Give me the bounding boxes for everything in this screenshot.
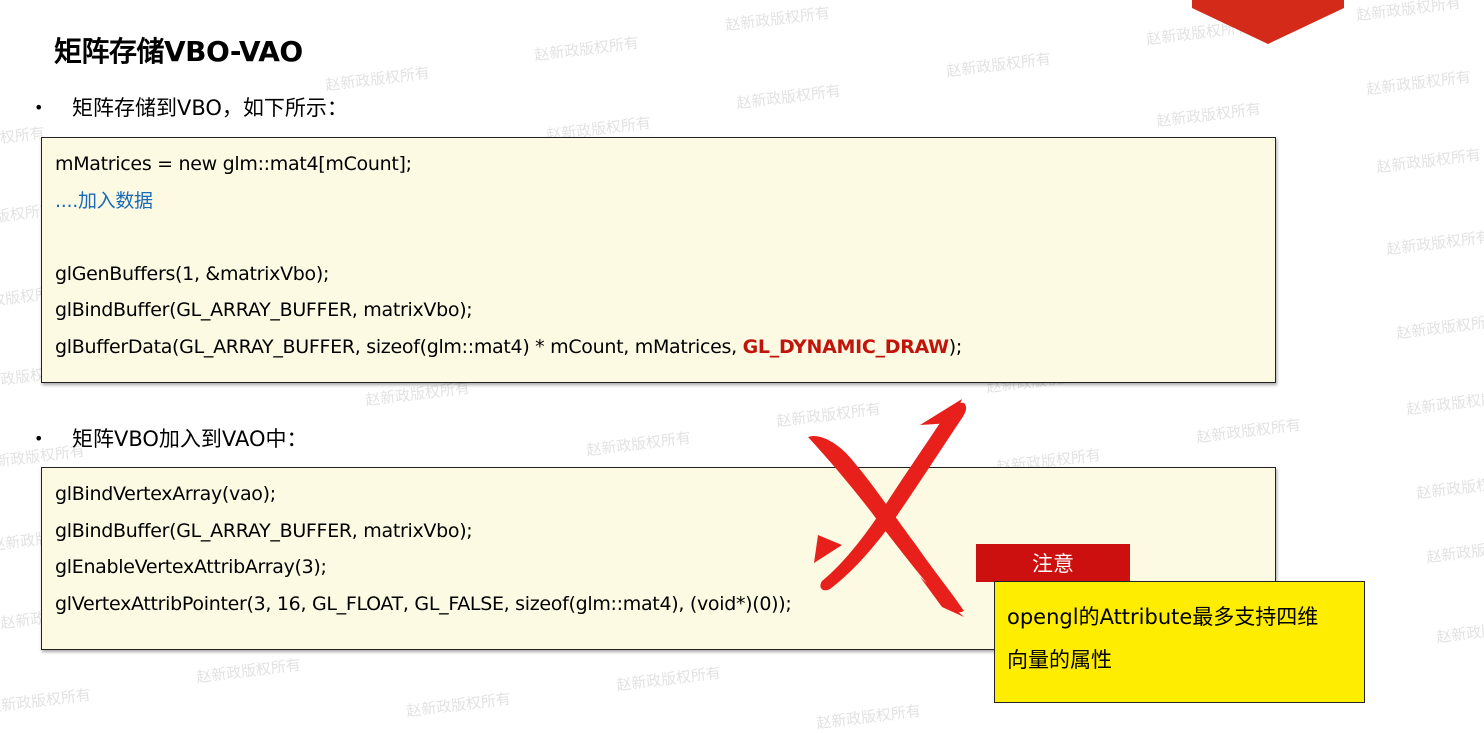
- watermark: 赵新政版权所有: [1365, 67, 1472, 99]
- watermark: 赵新政版权所有: [1435, 615, 1484, 647]
- watermark: 赵新政版权所有: [1415, 471, 1484, 503]
- watermark: 赵新政版权所有: [195, 655, 302, 687]
- slide-title: 矩阵存储VBO-VAO: [54, 35, 303, 68]
- code-text: glBufferData(GL_ARRAY_BUFFER, sizeof(glm…: [55, 335, 743, 358]
- watermark: 赵新政版权所有: [1155, 99, 1262, 131]
- code-text: );: [948, 335, 963, 358]
- watermark: 赵新政版权所有: [1355, 0, 1462, 25]
- highlighted-keyword: GL_DYNAMIC_DRAW: [742, 335, 949, 358]
- bullet-text: 矩阵存储到VBO，如下所示：: [72, 96, 348, 120]
- watermark: 赵新政版权所有: [815, 701, 922, 733]
- bullet-item: • 矩阵存储到VBO，如下所示：: [34, 92, 348, 122]
- watermark: 赵新政版权所有: [1385, 227, 1484, 259]
- watermark: 赵新政版权所有: [0, 123, 46, 155]
- code-line: glBindVertexArray(vao);: [55, 483, 276, 505]
- watermark: 赵新政版权所有: [724, 3, 831, 35]
- code-line: glGenBuffers(1, &matrixVbo);: [55, 262, 330, 285]
- watermark: 赵新政版权所有: [945, 49, 1052, 81]
- watermark: 赵新政版权所有: [533, 33, 640, 65]
- code-line-buffer-data: glBufferData(GL_ARRAY_BUFFER, sizeof(glm…: [55, 329, 1262, 366]
- cross-mark-icon: [808, 399, 967, 617]
- watermark: 赵新政版权所有: [585, 428, 692, 460]
- bullet-icon: •: [34, 97, 44, 117]
- corner-decoration: [1192, 0, 1344, 44]
- watermark: 赵新政版权所有: [615, 663, 722, 695]
- watermark: 赵新政版权所有: [405, 689, 512, 721]
- note-tag: 注意: [976, 544, 1130, 582]
- watermark: 赵新政版权所有: [1425, 535, 1484, 567]
- watermark: 赵新政版权所有: [1375, 145, 1482, 177]
- note-line: 向量的属性: [1007, 648, 1112, 672]
- code-line: mMatrices = new glm::mat4[mCount];: [55, 153, 412, 175]
- note-box: opengl的Attribute最多支持四维 向量的属性: [994, 581, 1365, 703]
- watermark: 赵新政版权所有: [735, 81, 842, 113]
- bullet-text: 矩阵VBO加入到VAO中：: [72, 427, 308, 451]
- watermark: 赵新政版权所有: [324, 63, 431, 95]
- bullet-icon: •: [34, 428, 44, 448]
- watermark: 赵新政版权所有: [1195, 415, 1302, 447]
- code-line: glBindBuffer(GL_ARRAY_BUFFER, matrixVbo)…: [55, 299, 473, 321]
- code-comment: ....加入数据: [55, 189, 153, 212]
- watermark: 赵新政版权所有: [0, 685, 92, 717]
- watermark: 赵新政版权所有: [1395, 311, 1484, 343]
- code-block-vbo: mMatrices = new glm::mat4[mCount]; ....加…: [41, 137, 1276, 383]
- bullet-item: • 矩阵VBO加入到VAO中：: [34, 423, 307, 453]
- watermark: 赵新政版权所有: [1405, 387, 1484, 419]
- note-line: opengl的Attribute最多支持四维: [1007, 605, 1319, 629]
